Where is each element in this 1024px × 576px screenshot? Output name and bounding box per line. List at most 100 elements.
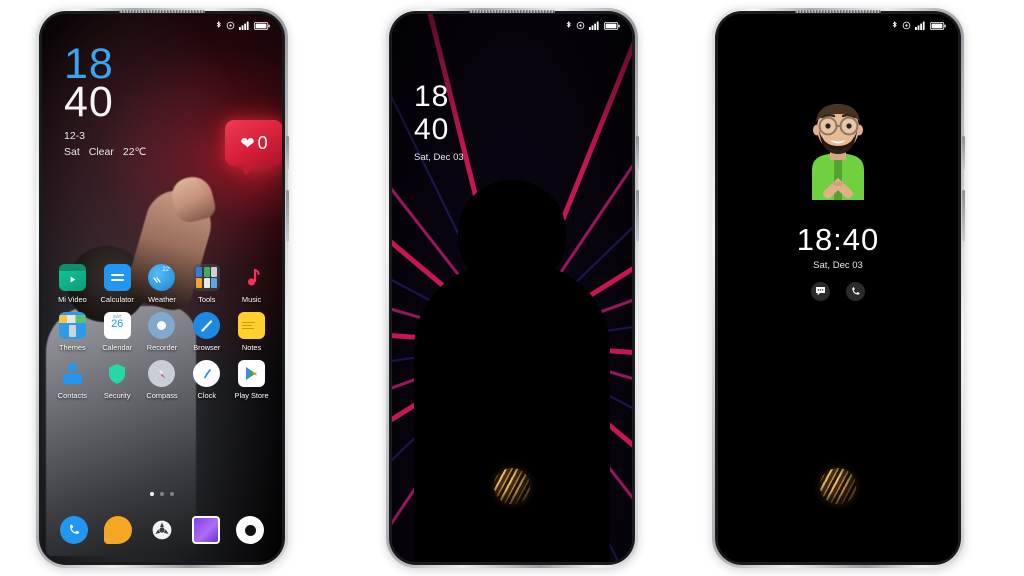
app-compass[interactable]: Compass <box>140 360 184 400</box>
app-label: Calculator <box>100 295 134 304</box>
app-label: Notes <box>241 343 262 352</box>
battery-icon <box>254 21 270 30</box>
app-play-store[interactable]: Play Store <box>230 360 274 400</box>
phone-2-screen[interactable]: 18 40 Sat, Dec 03 <box>392 14 632 562</box>
app-row-2: Themes SAT 26 Calendar Recorder Browser … <box>50 312 274 352</box>
bluetooth-icon <box>566 21 571 28</box>
phone-shortcut-icon[interactable] <box>846 282 865 301</box>
app-themes[interactable]: Themes <box>50 312 94 352</box>
heart-notification-badge[interactable]: ❤ 0 <box>225 120 282 175</box>
phone-3-clock: 18:40 <box>796 222 880 257</box>
clock-date: 12-3 <box>64 130 86 142</box>
signal-icon <box>915 21 925 30</box>
app-notes[interactable]: Notes <box>230 312 274 352</box>
contacts-icon <box>59 360 86 387</box>
app-label: Play Store <box>234 391 269 400</box>
app-calculator[interactable]: Calculator <box>95 264 139 304</box>
app-security[interactable]: Security <box>95 360 139 400</box>
heart-icon: ❤ <box>240 133 255 153</box>
phone-2-earpiece-speaker <box>469 10 555 13</box>
security-shield-icon <box>104 360 131 387</box>
alarm-icon <box>902 21 911 30</box>
alarm-icon <box>576 21 585 30</box>
striped-sphere-logo <box>494 468 530 504</box>
signal-icon <box>589 21 599 30</box>
messages-dock-icon[interactable] <box>104 516 132 544</box>
app-row-1: Mi Video Calculator 22° Weather Tools Mu… <box>50 264 274 304</box>
phone-1-volume-button[interactable] <box>286 190 289 242</box>
phone-1-screen[interactable]: ❤ 0 18 40 12-3 Sat Clear 22℃ Mi Video Ca… <box>42 14 282 562</box>
clock-hour: 18 <box>64 40 114 88</box>
music-icon <box>238 264 265 291</box>
settings-dock-icon[interactable] <box>148 516 176 544</box>
phone-3-date: Sat, Dec 03 <box>813 260 863 271</box>
silhouette-body <box>414 264 610 562</box>
app-label: Music <box>241 295 262 304</box>
calendar-icon: SAT 26 <box>103 312 131 339</box>
lock-shortcuts <box>718 282 958 301</box>
bluetooth-icon <box>892 21 897 28</box>
app-label: Calendar <box>102 343 133 352</box>
app-weather[interactable]: 22° Weather <box>140 264 184 304</box>
bluetooth-icon <box>216 21 221 28</box>
compass-icon <box>148 360 176 387</box>
recorder-icon <box>148 312 176 339</box>
notes-icon <box>238 312 266 339</box>
app-recorder[interactable]: Recorder <box>140 312 184 352</box>
weather-condition: Clear <box>88 146 114 158</box>
phone-2-clock-widget: 18 40 Sat, Dec 03 <box>414 80 464 164</box>
app-clock[interactable]: Clock <box>185 360 229 400</box>
page-dot-1[interactable] <box>150 492 154 496</box>
app-label: Clock <box>197 391 217 400</box>
phone-2-volume-button[interactable] <box>636 190 639 242</box>
phone-2-power-button[interactable] <box>636 136 639 170</box>
themes-icon <box>58 312 86 339</box>
messages-shortcut-icon[interactable] <box>811 282 830 301</box>
memoji-avatar-heart-hands <box>812 104 864 200</box>
phone-2-status-bar <box>566 21 620 30</box>
phone-3-earpiece-speaker <box>795 10 881 13</box>
app-label: Browser <box>193 343 221 352</box>
page-dot-3[interactable] <box>170 492 174 496</box>
battery-icon <box>604 21 620 30</box>
app-label: Recorder <box>146 343 178 352</box>
weather-temperature: 22℃ <box>122 146 147 158</box>
signal-icon <box>239 21 249 30</box>
app-music[interactable]: Music <box>230 264 274 304</box>
app-contacts[interactable]: Contacts <box>50 360 94 400</box>
dock <box>42 506 282 554</box>
weather-icon: 22° <box>148 264 176 291</box>
phone-1-power-button[interactable] <box>286 136 289 170</box>
phone-1-clock-widget[interactable]: 18 40 12-3 Sat Clear 22℃ <box>64 40 146 159</box>
phone-1-status-bar <box>216 21 270 30</box>
phone-1-earpiece-speaker <box>119 10 205 13</box>
clock-date: Sat, Dec 03 <box>414 152 464 163</box>
phone-3-volume-button[interactable] <box>962 190 965 242</box>
play-store-icon <box>238 360 266 387</box>
app-label: Security <box>103 391 131 400</box>
page-indicator[interactable] <box>42 492 282 496</box>
app-label: Mi Video <box>58 295 87 304</box>
gallery-dock-icon[interactable] <box>192 516 220 544</box>
calculator-icon <box>103 264 131 291</box>
app-tools-folder[interactable]: Tools <box>185 264 229 304</box>
phone-dock-icon[interactable] <box>60 516 88 544</box>
camera-dock-icon[interactable] <box>236 516 264 544</box>
app-browser[interactable]: Browser <box>185 312 229 352</box>
clock-minute: 40 <box>64 78 114 126</box>
app-grid: Mi Video Calculator 22° Weather Tools Mu… <box>50 264 274 408</box>
clock-hour: 18 <box>414 80 450 113</box>
app-mi-video[interactable]: Mi Video <box>50 264 94 304</box>
app-calendar[interactable]: SAT 26 Calendar <box>95 312 139 352</box>
app-label: Compass <box>146 391 178 400</box>
phone-2: 18 40 Sat, Dec 03 <box>386 8 639 568</box>
phone-3-screen[interactable]: 18:40 Sat, Dec 03 <box>718 14 958 562</box>
browser-icon <box>193 312 221 339</box>
phone-3-status-bar <box>892 21 946 30</box>
weather-summary: Sat Clear 22℃ <box>64 146 146 158</box>
calendar-day-number: 26 <box>111 318 124 330</box>
phone-3-power-button[interactable] <box>962 136 965 170</box>
phone-3: 18:40 Sat, Dec 03 <box>712 8 965 568</box>
page-dot-2[interactable] <box>160 492 164 496</box>
screenshot-stage: ❤ 0 18 40 12-3 Sat Clear 22℃ Mi Video Ca… <box>0 0 1024 576</box>
